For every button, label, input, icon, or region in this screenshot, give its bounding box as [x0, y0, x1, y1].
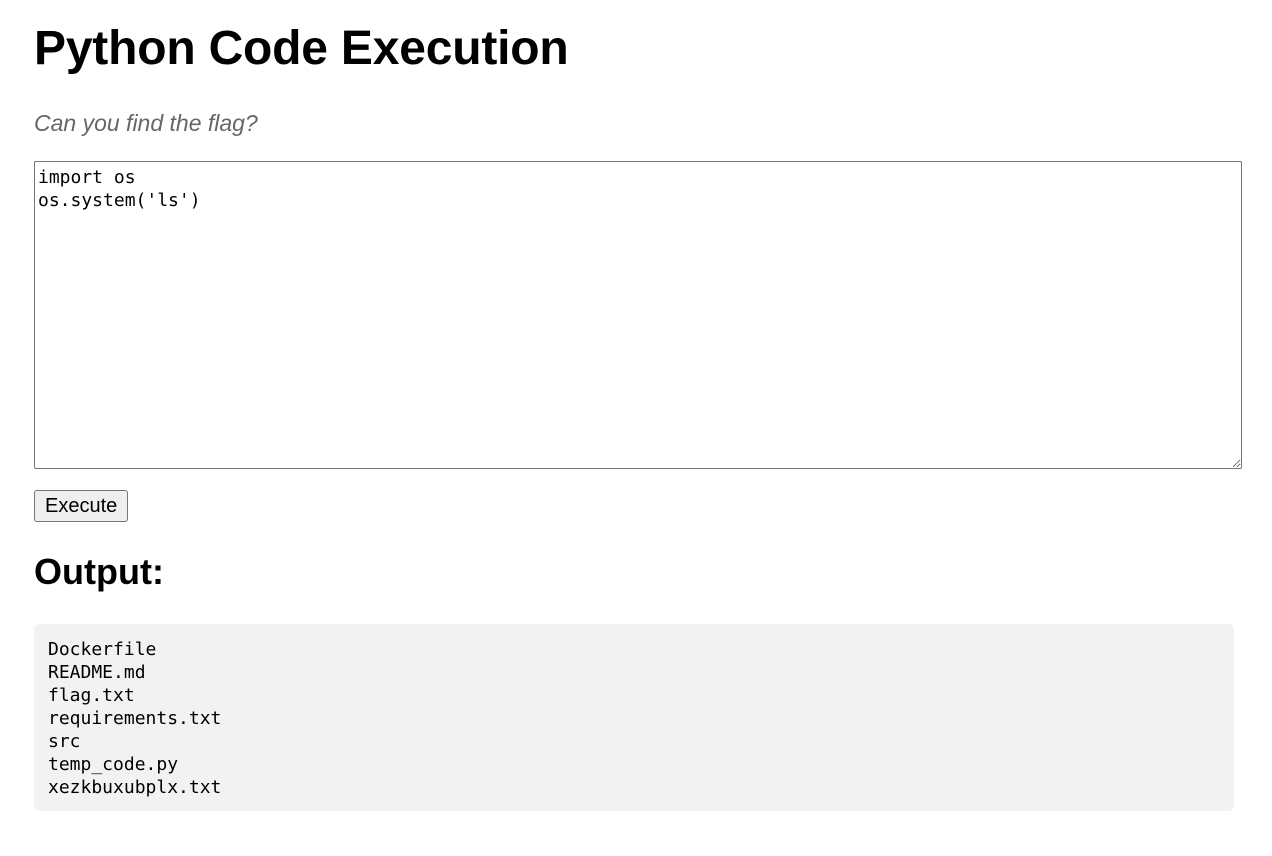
execute-button[interactable]: Execute: [34, 490, 129, 522]
page-title: Python Code Execution: [34, 22, 569, 75]
output-panel: Dockerfile README.md flag.txt requiremen…: [34, 624, 1234, 811]
page-subtitle: Can you find the flag?: [34, 110, 258, 136]
page-container: Python Code Execution Can you find the f…: [0, 0, 1272, 811]
output-heading: Output:: [34, 551, 164, 592]
output-text: Dockerfile README.md flag.txt requiremen…: [48, 639, 222, 798]
code-editor-textarea[interactable]: import os os.system('ls'): [34, 161, 1242, 469]
